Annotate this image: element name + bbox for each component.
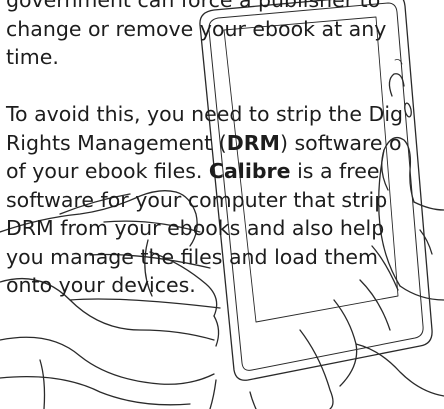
paragraph-1-line-3: time.: [6, 45, 59, 69]
paragraph-2-line-1: To avoid this, you need to strip the Dig: [6, 102, 404, 126]
paragraph-2-line-6: you manage the files and load them: [6, 244, 379, 269]
paragraph-2-line-7: onto your devices.: [6, 273, 196, 297]
paragraph-2-line-4: software for your computer that strip: [6, 187, 388, 212]
line-2-start: Rights Management (: [6, 130, 227, 155]
line-2-end: ) software o: [279, 130, 402, 155]
paragraph-1-line-1: government can force a publisher to: [6, 0, 381, 12]
paragraph-1-line-2: change or remove your ebook at any: [6, 16, 387, 41]
paragraph-2-line-3: of your ebook files. Calibre is a free: [6, 157, 444, 186]
paragraph-2-line-5: DRM from your ebooks and also help: [6, 216, 385, 240]
drm-emphasis: DRM: [226, 130, 280, 155]
body-text: government can force a publisher to chan…: [6, 0, 444, 300]
paragraph-2-line-2: Rights Management (DRM) software o: [6, 129, 444, 158]
page: government can force a publisher to chan…: [0, 0, 444, 409]
line-3-end: is a free: [290, 159, 380, 183]
arm-sleeve-sketch: [39, 359, 257, 409]
line-3-start: of your ebook files.: [6, 159, 209, 183]
calibre-emphasis: Calibre: [208, 159, 291, 183]
